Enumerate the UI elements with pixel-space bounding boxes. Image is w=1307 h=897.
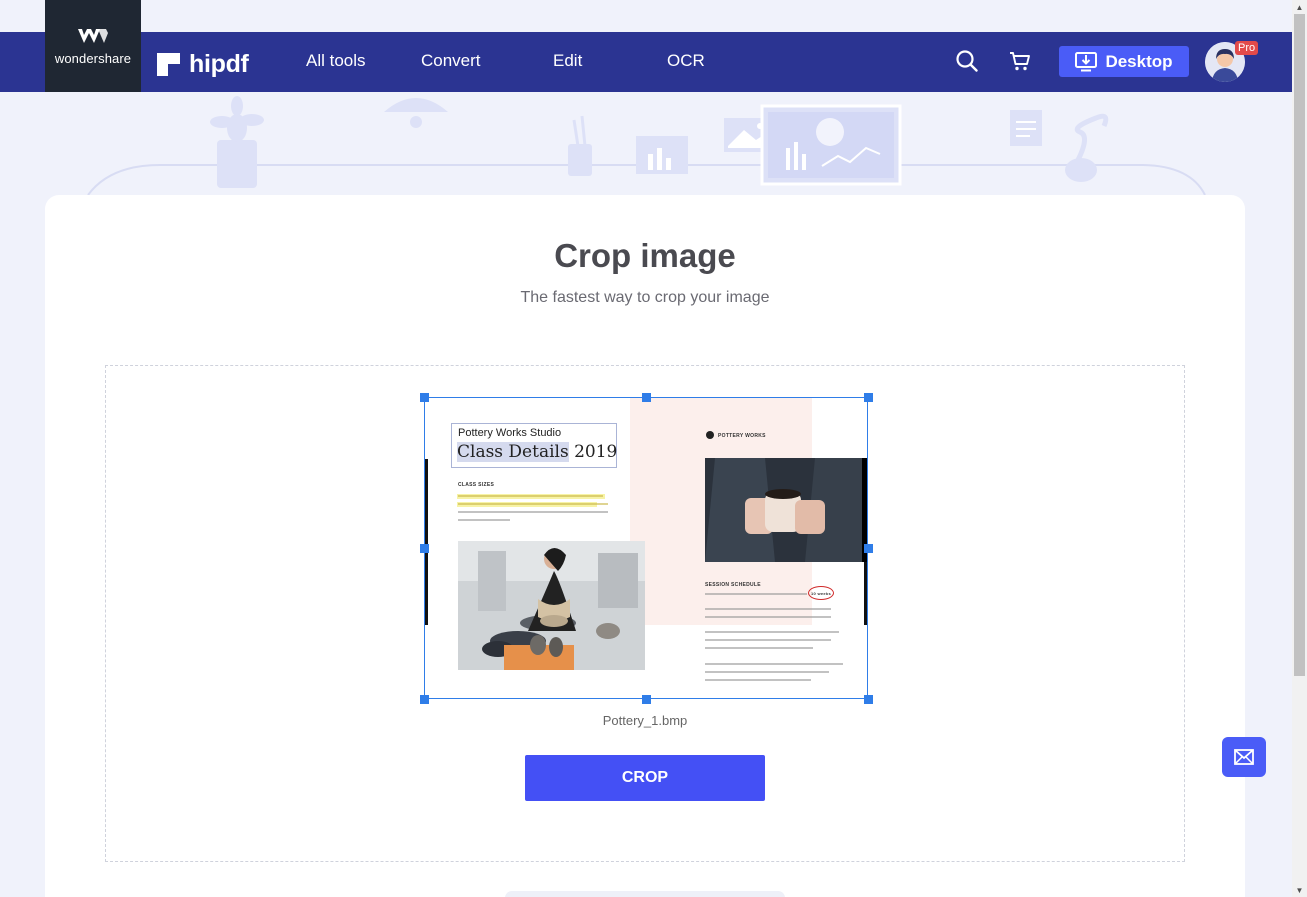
doc-edge	[424, 459, 428, 625]
scrollbar-thumb[interactable]	[1294, 14, 1305, 676]
doc-brand-dot	[706, 431, 714, 439]
download-icon	[1075, 51, 1098, 71]
crop-handle-top[interactable]	[642, 393, 651, 402]
doc-edge-right	[864, 562, 868, 625]
nav-edit[interactable]: Edit	[553, 51, 582, 71]
wondershare-logo-icon	[78, 29, 108, 43]
crop-handle-bottom[interactable]	[642, 695, 651, 704]
doc-text-line	[705, 593, 807, 595]
doc-text-line	[458, 503, 608, 505]
bottom-pill	[505, 891, 785, 897]
doc-text-line	[705, 639, 831, 641]
photo-mug-hands	[705, 458, 868, 562]
hipdf-logo[interactable]: hipdf	[157, 50, 249, 79]
pro-badge: Pro	[1235, 41, 1259, 55]
crop-handle-bottom-left[interactable]	[420, 695, 429, 704]
hipdf-logo-icon	[157, 53, 180, 76]
search-icon[interactable]	[955, 49, 979, 73]
doc-text-line	[458, 511, 608, 513]
file-name: Pottery_1.bmp	[602, 713, 688, 728]
cart-icon[interactable]	[1008, 49, 1032, 73]
doc-text-line	[705, 647, 813, 649]
doc-weeks: 10 weeks	[811, 591, 831, 596]
nav-convert[interactable]: Convert	[421, 51, 481, 71]
hipdf-wordmark: hipdf	[189, 50, 249, 78]
doc-heading-year: 2019	[574, 442, 618, 462]
doc-studio-name: Pottery Works Studio	[458, 427, 562, 439]
photo-pottery-wheel	[458, 541, 645, 670]
nav-ocr[interactable]: OCR	[667, 51, 705, 71]
doc-text-line	[705, 663, 843, 665]
doc-text-line	[705, 616, 831, 618]
nav-all-tools[interactable]: All tools	[306, 51, 366, 71]
crop-handle-bottom-right[interactable]	[864, 695, 873, 704]
wondershare-logo[interactable]: wondershare	[45, 0, 141, 92]
doc-class-sizes: CLASS SIZES	[458, 482, 495, 488]
header-illustration	[0, 92, 1292, 202]
mail-icon[interactable]	[1222, 737, 1266, 777]
doc-text-line	[705, 608, 831, 610]
doc-text-line	[705, 671, 829, 673]
wondershare-wordmark: wondershare	[54, 51, 132, 66]
doc-brand-small: POTTERY WORKS	[718, 433, 766, 439]
crop-handle-right[interactable]	[864, 544, 873, 553]
doc-text-line	[705, 631, 839, 633]
scroll-up-arrow-icon[interactable]: ▲	[1292, 0, 1307, 14]
page-title: Crop image	[554, 237, 736, 274]
image-preview[interactable]: Pottery Works Studio Class Details 2019 …	[424, 397, 868, 699]
desktop-download-button[interactable]: Desktop	[1059, 46, 1189, 77]
desktop-button-label: Desktop	[1105, 51, 1173, 71]
crop-handle-top-left[interactable]	[420, 393, 429, 402]
crop-handle-top-right[interactable]	[864, 393, 873, 402]
doc-heading-highlight: Class Details	[457, 442, 569, 462]
crop-handle-left[interactable]	[420, 544, 429, 553]
doc-text-line	[458, 495, 603, 497]
scroll-down-arrow-icon[interactable]: ▼	[1292, 883, 1307, 897]
doc-heading: Class Details 2019	[457, 442, 617, 462]
page-subtitle: The fastest way to crop your image	[520, 289, 770, 306]
doc-text-line	[705, 679, 811, 681]
top-strip	[0, 0, 1292, 32]
crop-button[interactable]: CROP	[525, 755, 765, 801]
doc-session-schedule: SESSION SCHEDULE	[705, 582, 761, 588]
doc-text-line	[458, 519, 510, 521]
